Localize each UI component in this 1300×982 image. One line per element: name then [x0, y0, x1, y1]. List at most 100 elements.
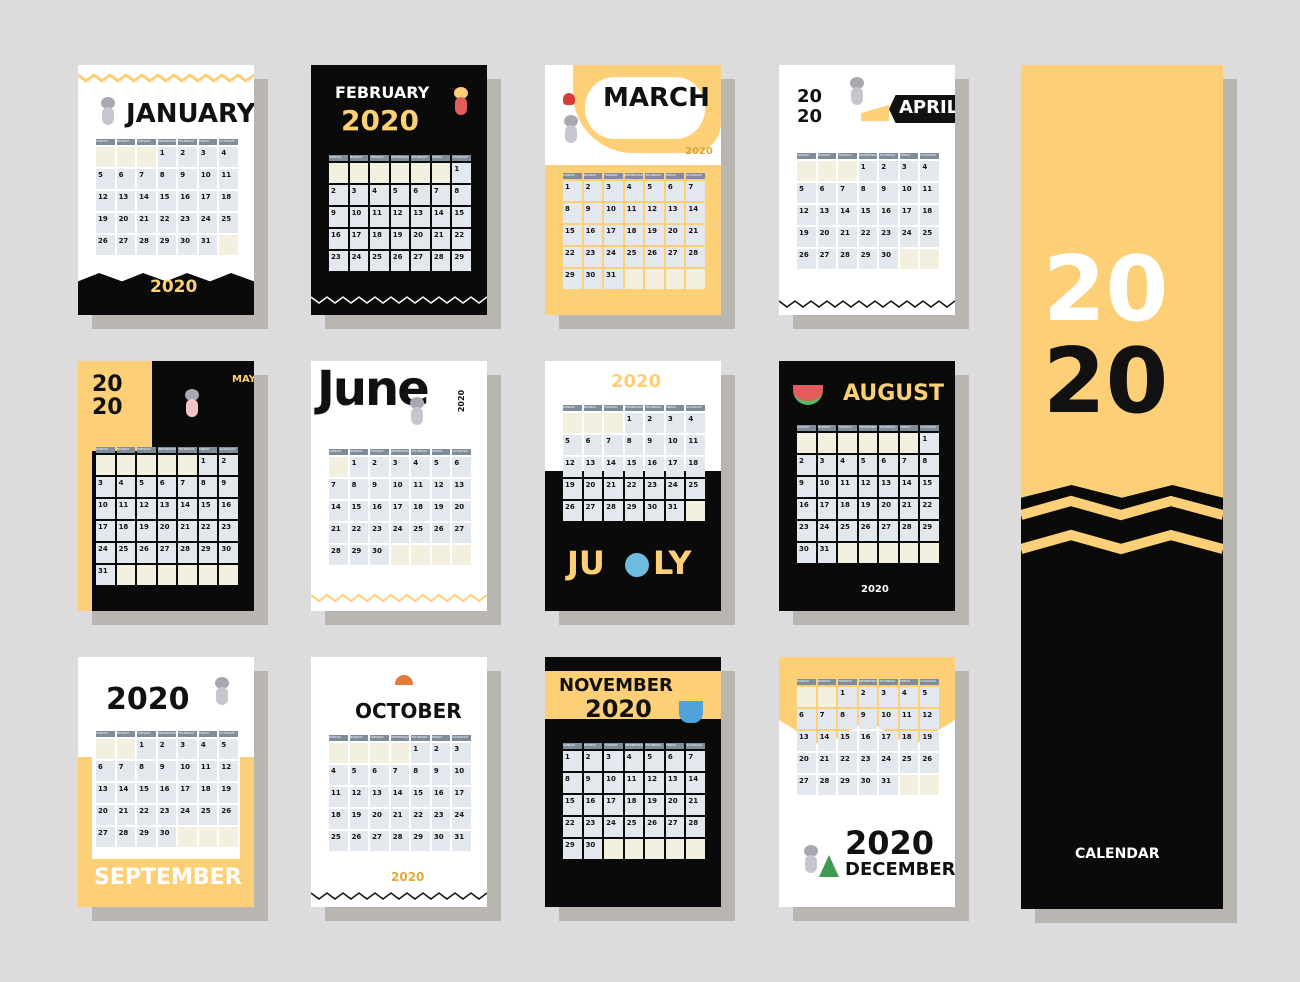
weekday-header: SUNDAY — [797, 425, 816, 431]
day-cell: 28 — [178, 543, 197, 563]
day-cell: 25 — [411, 523, 430, 543]
day-cell: 17 — [96, 521, 115, 541]
day-cell: 25 — [920, 227, 939, 247]
day-cell: 11 — [198, 761, 218, 781]
weekday-header: FRIDAY — [198, 731, 218, 737]
day-cell: 11 — [920, 183, 939, 203]
day-cell: 25 — [116, 543, 136, 563]
weekday-header: THURSDAY — [178, 139, 197, 145]
month-grid: SUNDAY MONDAY TUESDAY WEDNESDAY THURSDAY FRID… — [96, 139, 238, 255]
day-cell: 7 — [817, 709, 837, 729]
day-cell: 18 — [838, 499, 857, 519]
day-cell: 29 — [157, 235, 177, 255]
day-cell: 29 — [838, 775, 857, 795]
day-cell: 22 — [563, 817, 582, 837]
day-cell — [817, 161, 837, 181]
day-cell: 25 — [838, 521, 857, 541]
day-cell: 1 — [157, 147, 177, 167]
day-cell — [349, 163, 369, 183]
mouse-illustration — [561, 115, 581, 145]
day-cell — [920, 775, 939, 795]
day-cell — [563, 413, 582, 433]
calendar-card-january: JANUARY SUNDAY MONDAY TUESDAY WEDNESDAY THUR… — [78, 65, 254, 315]
day-cell — [797, 161, 816, 181]
day-cell: 16 — [797, 499, 816, 519]
weekday-header: SATURDAY — [452, 449, 471, 455]
day-cell: 10 — [96, 499, 115, 519]
weekday-header: WEDNESDAY — [624, 743, 644, 749]
day-cell: 8 — [920, 455, 939, 475]
day-cell: 19 — [431, 501, 451, 521]
day-cell — [604, 413, 623, 433]
day-cell: 25 — [686, 479, 705, 499]
day-cell: 18 — [198, 783, 218, 803]
day-cell: 22 — [411, 809, 430, 829]
day-cell: 21 — [178, 521, 197, 541]
day-cell — [858, 543, 878, 563]
day-cell: 5 — [858, 455, 878, 475]
weekday-header: WEDNESDAY — [390, 735, 410, 741]
day-cell: 7 — [116, 761, 136, 781]
day-cell: 14 — [137, 191, 156, 211]
day-cell — [686, 501, 705, 521]
month-title: DECEMBER — [845, 859, 955, 880]
weekday-header: SATURDAY — [686, 743, 705, 749]
day-cell: 4 — [838, 455, 857, 475]
day-cell: 30 — [645, 501, 664, 521]
day-cell: 11 — [624, 203, 644, 223]
day-cell: 29 — [137, 827, 156, 847]
weekday-header: FRIDAY — [899, 679, 919, 685]
day-cell: 10 — [604, 203, 623, 223]
day-cell — [96, 455, 115, 475]
day-cell: 24 — [178, 805, 197, 825]
day-cell: 12 — [431, 479, 451, 499]
weekday-header: MONDAY — [817, 679, 837, 685]
month-title: MARCH — [603, 83, 710, 113]
day-cell: 16 — [178, 191, 197, 211]
day-cell — [920, 249, 939, 269]
weekday-header: MONDAY — [583, 405, 603, 411]
day-cell: 11 — [899, 709, 919, 729]
day-cell: 12 — [563, 457, 582, 477]
day-cell — [390, 743, 410, 763]
day-cell: 10 — [452, 765, 471, 785]
day-cell: 5 — [96, 169, 115, 189]
mouse-illustration — [98, 97, 118, 127]
day-cell: 20 — [370, 809, 389, 829]
day-cell — [116, 455, 136, 475]
day-cell: 6 — [817, 183, 837, 203]
day-cell: 10 — [349, 207, 369, 227]
day-cell: 18 — [624, 225, 644, 245]
weekday-header: THURSDAY — [645, 743, 664, 749]
day-cell: 19 — [920, 731, 939, 751]
day-cell: 26 — [797, 249, 816, 269]
day-cell: 15 — [858, 205, 878, 225]
day-cell: 1 — [838, 687, 857, 707]
day-cell: 20 — [116, 213, 136, 233]
day-cell — [116, 565, 136, 585]
day-cell — [858, 433, 878, 453]
day-cell: 18 — [624, 795, 644, 815]
day-cell: 27 — [665, 817, 685, 837]
day-cell: 6 — [157, 477, 177, 497]
day-cell: 30 — [583, 269, 603, 289]
day-cell: 26 — [431, 523, 451, 543]
day-cell: 16 — [858, 731, 878, 751]
day-cell: 24 — [390, 523, 410, 543]
day-cell: 2 — [797, 455, 816, 475]
year-label: 2020 — [861, 584, 889, 595]
day-cell: 31 — [817, 543, 837, 563]
day-cell: 10 — [198, 169, 218, 189]
day-cell: 14 — [686, 203, 705, 223]
day-cell — [219, 827, 238, 847]
day-cell — [116, 147, 136, 167]
day-cell — [899, 433, 919, 453]
month-title: JANUARY — [126, 99, 254, 129]
day-cell: 24 — [604, 817, 623, 837]
day-cell: 11 — [116, 499, 136, 519]
day-cell: 4 — [624, 751, 644, 771]
day-cell: 1 — [411, 743, 430, 763]
day-cell: 28 — [838, 249, 857, 269]
day-cell: 9 — [645, 435, 664, 455]
weekday-header: THURSDAY — [411, 735, 430, 741]
